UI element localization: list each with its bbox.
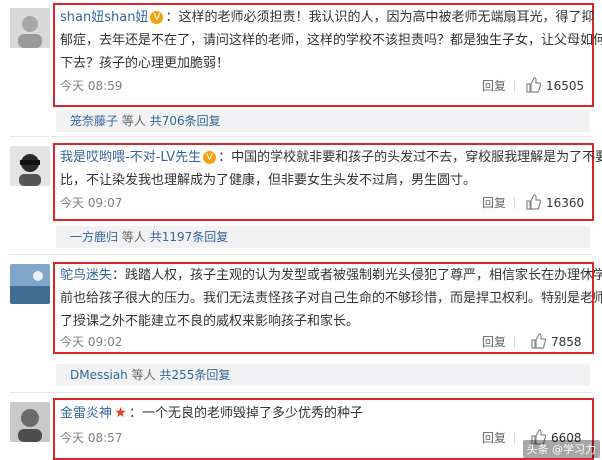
timestamp: 今天 09:02 — [60, 335, 123, 349]
timestamp: 今天 09:07 — [60, 196, 123, 210]
username-link[interactable]: 我是哎哟喂-不对-LV先生 — [60, 150, 201, 165]
reply-button[interactable]: 回复 — [482, 334, 506, 350]
separator — [514, 336, 515, 348]
like-count: 7858 — [551, 335, 582, 349]
thumbs-up-icon[interactable] — [525, 194, 541, 210]
like-count: 16360 — [546, 196, 585, 210]
sub-reply-summary[interactable]: 一方鹿归 等人 共1197条回复 — [70, 226, 228, 248]
username-link[interactable]: 鸵鸟迷失 — [60, 268, 112, 283]
avatar[interactable] — [10, 264, 50, 304]
thumbs-up-icon[interactable] — [525, 77, 541, 93]
comment-text-line: 比，不让染发我也理解成为了健康，但非要女生头发不过肩，男生圆寸。 — [60, 173, 477, 188]
avatar[interactable] — [10, 8, 50, 48]
comment-text: 金雷炎神 ★ ：一个无良的老师毁掉了多少优秀的种子 — [60, 405, 364, 421]
separator — [514, 80, 515, 92]
comment-text: 鸵鸟迷失：践踏人权，孩子主观的认为发型或者被强制剃光头侵犯了尊严，相信家长在办理… — [60, 268, 602, 283]
comment-text: shan妞shan妞 V ：这样的老师必须担责！我认识的人，因为高中被老师无端扇耳光… — [60, 10, 595, 25]
comment-text-line: 下去？孩子的心理更加脆弱！ — [60, 56, 230, 71]
username-link[interactable]: shan妞shan妞 — [60, 10, 148, 25]
avatar[interactable] — [10, 146, 50, 186]
divider — [10, 254, 592, 255]
like-count: 16505 — [546, 79, 585, 93]
comment-text: 我是哎哟喂-不对-LV先生 V ：中国的学校就非要和孩子的头发过不去，穿校服我理解是… — [60, 150, 602, 165]
thumbs-up-icon[interactable] — [530, 333, 546, 349]
reply-button[interactable]: 回复 — [482, 78, 506, 94]
reply-button[interactable]: 回复 — [482, 430, 506, 446]
verified-badge-icon: V — [203, 151, 217, 164]
comment-text-line: 了授课之外不能建立不良的威权来影响孩子和家长。 — [60, 314, 360, 329]
verified-badge-icon: V — [150, 11, 164, 24]
avatar[interactable] — [10, 402, 50, 442]
sub-reply-summary[interactable]: 笼奈藤子 等人 共706条回复 — [70, 110, 221, 132]
sub-reply-summary[interactable]: DMessiah 等人 共255条回复 — [70, 364, 230, 386]
star-badge-icon: ★ — [114, 405, 127, 421]
separator — [514, 197, 515, 209]
timestamp: 今天 08:57 — [60, 431, 123, 445]
comment-text-line: 前也给孩子很大的压力。我们无法责怪孩子对自己生命的不够珍惜，而是捍卫权利。特别是… — [60, 291, 602, 306]
watermark: 头条 @学习力 — [522, 440, 600, 458]
divider — [10, 392, 592, 393]
reply-button[interactable]: 回复 — [482, 195, 506, 211]
divider — [10, 136, 592, 137]
separator — [514, 432, 515, 444]
username-link[interactable]: 金雷炎神 — [60, 406, 112, 421]
comment-text-line: 郁症，去年还是不在了，请问这样的老师，这样的学校不该担责吗？都是独生子女，让父母… — [60, 33, 602, 48]
timestamp: 今天 08:59 — [60, 79, 123, 93]
comment-feed: shan妞shan妞 V ：这样的老师必须担责！我认识的人，因为高中被老师无端扇耳光… — [0, 0, 602, 460]
